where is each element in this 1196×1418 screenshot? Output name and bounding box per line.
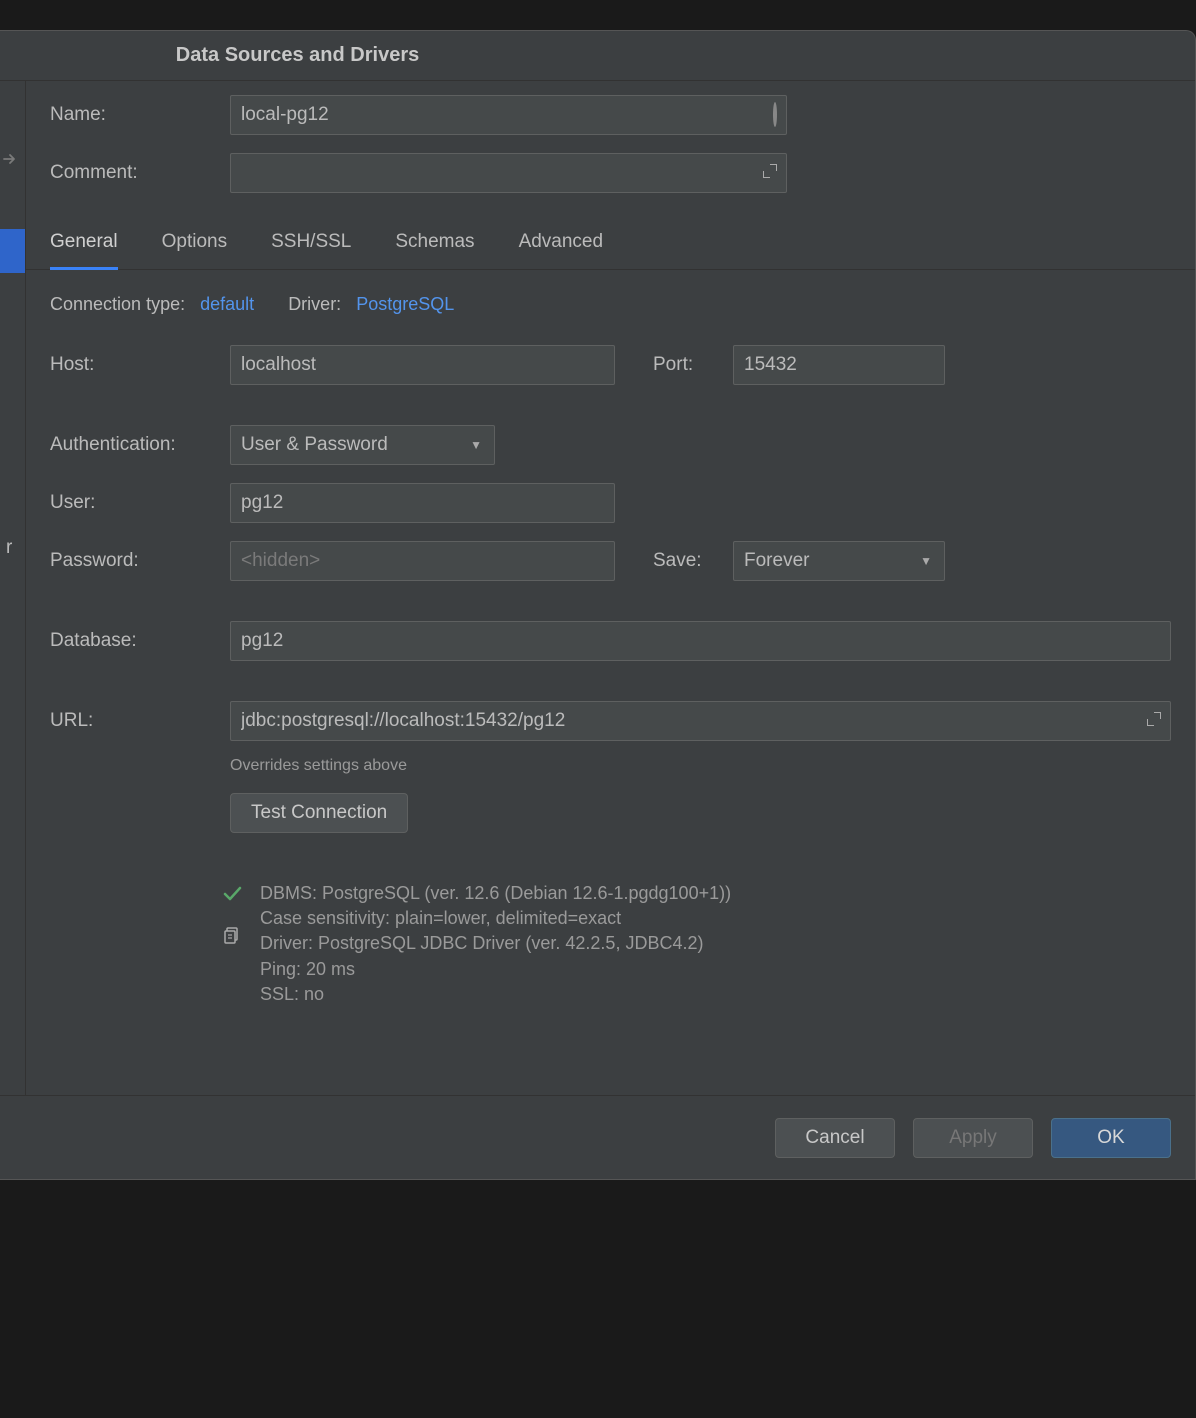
dialog-title: Data Sources and Drivers [176, 44, 419, 67]
save-select[interactable]: Forever ▼ [733, 541, 945, 581]
status-case: Case sensitivity: plain=lower, delimited… [260, 906, 731, 931]
status-dbms: DBMS: PostgreSQL (ver. 12.6 (Debian 12.6… [260, 881, 731, 906]
connection-type-label: Connection type: [50, 294, 185, 314]
host-input[interactable] [230, 345, 615, 385]
tab-general[interactable]: General [50, 221, 118, 270]
comment-label: Comment: [50, 162, 230, 184]
driver-link[interactable]: PostgreSQL [356, 294, 454, 314]
status-ping: Ping: 20 ms [260, 957, 731, 982]
cancel-button[interactable]: Cancel [775, 1118, 895, 1158]
name-input[interactable] [230, 95, 787, 135]
tab-bar: General Options SSH/SSL Schemas Advanced [26, 221, 1195, 270]
host-label: Host: [50, 354, 230, 376]
save-label: Save: [653, 550, 733, 572]
sidebar-partial-text: r [6, 537, 12, 559]
password-label: Password: [50, 550, 230, 572]
connection-type-link[interactable]: default [200, 294, 254, 314]
tab-schemas[interactable]: Schemas [395, 221, 474, 270]
sidebar-selected-item[interactable] [0, 229, 25, 273]
auth-label: Authentication: [50, 434, 230, 456]
url-input[interactable] [230, 701, 1171, 741]
auth-select[interactable]: User & Password ▼ [230, 425, 495, 465]
save-select-value: Forever [744, 550, 809, 572]
tab-advanced[interactable]: Advanced [519, 221, 604, 270]
meta-row: Connection type: default Driver: Postgre… [50, 294, 1171, 315]
name-label: Name: [50, 104, 230, 126]
user-input[interactable] [230, 483, 615, 523]
url-helper-text: Overrides settings above [230, 757, 407, 775]
chevron-down-icon: ▼ [920, 554, 932, 568]
auth-select-value: User & Password [241, 434, 388, 456]
port-input[interactable] [733, 345, 945, 385]
check-icon [222, 883, 242, 909]
database-label: Database: [50, 630, 230, 652]
tab-ssh-ssl[interactable]: SSH/SSL [271, 221, 351, 270]
apply-button[interactable]: Apply [913, 1118, 1033, 1158]
connection-status: DBMS: PostgreSQL (ver. 12.6 (Debian 12.6… [50, 881, 1171, 1007]
ok-button[interactable]: OK [1051, 1118, 1171, 1158]
main-panel: Name: Comment: General Options SSH/SSL S… [26, 81, 1195, 1095]
tab-options[interactable]: Options [162, 221, 227, 270]
sidebar-sliver: r [0, 81, 26, 1095]
port-label: Port: [653, 354, 733, 376]
data-sources-dialog: Data Sources and Drivers r Name: Comment… [0, 30, 1196, 1180]
status-ssl: SSL: no [260, 982, 731, 1007]
comment-input[interactable] [230, 153, 787, 193]
status-driver: Driver: PostgreSQL JDBC Driver (ver. 42.… [260, 931, 731, 956]
arrow-right-icon [2, 151, 18, 172]
user-label: User: [50, 492, 230, 514]
password-input[interactable] [230, 541, 615, 581]
database-input[interactable] [230, 621, 1171, 661]
test-connection-button[interactable]: Test Connection [230, 793, 408, 833]
url-label: URL: [50, 710, 230, 732]
chevron-down-icon: ▼ [470, 438, 482, 452]
titlebar: Data Sources and Drivers [0, 31, 1195, 81]
dialog-footer: Cancel Apply OK [0, 1095, 1195, 1179]
copy-icon[interactable] [222, 925, 242, 951]
driver-label: Driver: [288, 294, 341, 314]
